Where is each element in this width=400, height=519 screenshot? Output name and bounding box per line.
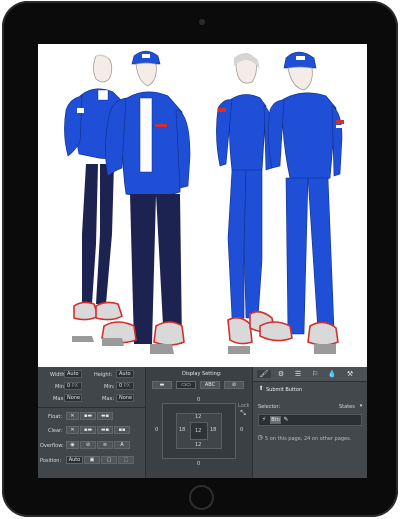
brush-icon[interactable]: 🖌 [257, 370, 271, 378]
clear-left-button[interactable]: ▪▬ [80, 426, 96, 434]
position-label: Position: [40, 458, 62, 464]
display-none-button[interactable]: ⊘ [224, 381, 244, 389]
drops-icon[interactable]: 💧 [325, 370, 339, 378]
float-left-button[interactable]: ▪▬ [80, 412, 96, 420]
overflow-hidden-button[interactable]: ⊘ [80, 441, 96, 449]
position-auto-button[interactable]: Auto [66, 456, 83, 464]
height-field[interactable]: Auto [116, 370, 134, 378]
chevron-down-icon[interactable]: ▾ [357, 402, 365, 410]
display-block-button[interactable]: ▬ [152, 381, 172, 389]
style-editor-panel: Width: Auto Height: Auto Min: 0 PX Min: … [38, 367, 367, 478]
selector-tag[interactable]: Btn [270, 416, 281, 424]
overflow-label: Overflow: [40, 443, 64, 449]
gear-icon[interactable]: ⚙ [274, 370, 288, 378]
clear-both-button[interactable]: ▪▪ [114, 426, 130, 434]
height-label: Height: [94, 372, 113, 378]
min-width-value: 0 [67, 383, 71, 389]
float-label: Float: [48, 414, 63, 420]
min-height-value: 0 [119, 383, 123, 389]
min-width-unit: PX [71, 383, 79, 389]
screen: Width: Auto Height: Auto Min: 0 PX Min: … [38, 44, 367, 478]
padding-right-value[interactable]: 18 [210, 427, 216, 433]
lock-icon[interactable]: ⤡ [238, 409, 248, 417]
clear-none-button[interactable]: ✕ [66, 426, 79, 434]
min-height-label: Min: [104, 384, 115, 390]
home-button-icon[interactable] [189, 485, 214, 510]
margin-top-value[interactable]: 0 [197, 397, 200, 403]
float-none-button[interactable]: ✕ [66, 412, 79, 420]
selector-label: Selector: [258, 404, 281, 410]
padding-top-value[interactable]: 12 [195, 414, 201, 420]
float-right-button[interactable]: ▬▪ [97, 412, 113, 420]
cursor-icon: ⬆ [258, 385, 264, 392]
width-field[interactable]: Auto [64, 370, 82, 378]
info-icon: ◷ [257, 434, 263, 441]
clear-label: Clear: [48, 428, 63, 434]
settings-group-icon[interactable]: ⚒ [343, 370, 357, 378]
display-setting-title: Display Setting: [182, 371, 222, 377]
margin-left-value[interactable]: 0 [155, 427, 158, 433]
selector-usage-text: 5 on this page, 24 on other pages. [265, 436, 352, 442]
min-height-field[interactable]: 0 PX [116, 382, 134, 390]
clear-right-button[interactable]: ▬▪ [97, 426, 113, 434]
list-icon[interactable]: ☰ [291, 370, 305, 378]
edit-icon[interactable]: ✎ [282, 416, 290, 424]
selector-panel: 🖌 ⚙ ☰ ⚐ 💧 ⚒ ⬆ Submit Button Selector: St… [253, 367, 367, 478]
display-inline-block-button[interactable]: ▭▭ [176, 381, 196, 389]
layout-sizing-panel: Width: Auto Height: Auto Min: 0 PX Min: … [38, 367, 146, 478]
section-divider [38, 407, 145, 408]
padding-left-value[interactable]: 18 [179, 427, 185, 433]
tablet-device: Width: Auto Height: Auto Min: 0 PX Min: … [2, 1, 398, 517]
display-inline-button[interactable]: ABC [200, 381, 220, 389]
overflow-auto-button[interactable]: A [114, 441, 130, 449]
interactions-icon[interactable]: ⚐ [308, 370, 322, 378]
element-label: Submit Button [266, 387, 303, 393]
bolt-icon: ⚡ [261, 416, 267, 423]
position-fixed-button[interactable]: ⬚ [118, 456, 134, 464]
max-height-field[interactable]: None [116, 394, 134, 402]
uniform-illustration [38, 44, 367, 367]
content-center-value: 12 [195, 428, 202, 434]
margin-right-value[interactable]: 0 [240, 427, 243, 433]
position-absolute-button[interactable]: ▢ [101, 456, 117, 464]
overflow-scroll-button[interactable]: ≡ [97, 441, 113, 449]
max-width-field[interactable]: None [64, 394, 82, 402]
margin-bottom-value[interactable]: 0 [197, 461, 200, 467]
padding-bottom-value[interactable]: 12 [195, 442, 201, 448]
display-setting-panel: Display Setting: ▬ ▭▭ ABC ⊘ 0 0 0 0 12 1… [146, 367, 253, 478]
states-label[interactable]: States [339, 404, 355, 410]
overflow-visible-button[interactable]: ◉ [66, 441, 79, 449]
camera-icon [199, 19, 205, 25]
min-width-field[interactable]: 0 PX [64, 382, 82, 390]
position-relative-button[interactable]: ▣ [84, 456, 100, 464]
min-height-unit: PX [123, 383, 131, 389]
max-height-label: Max: [102, 396, 115, 402]
